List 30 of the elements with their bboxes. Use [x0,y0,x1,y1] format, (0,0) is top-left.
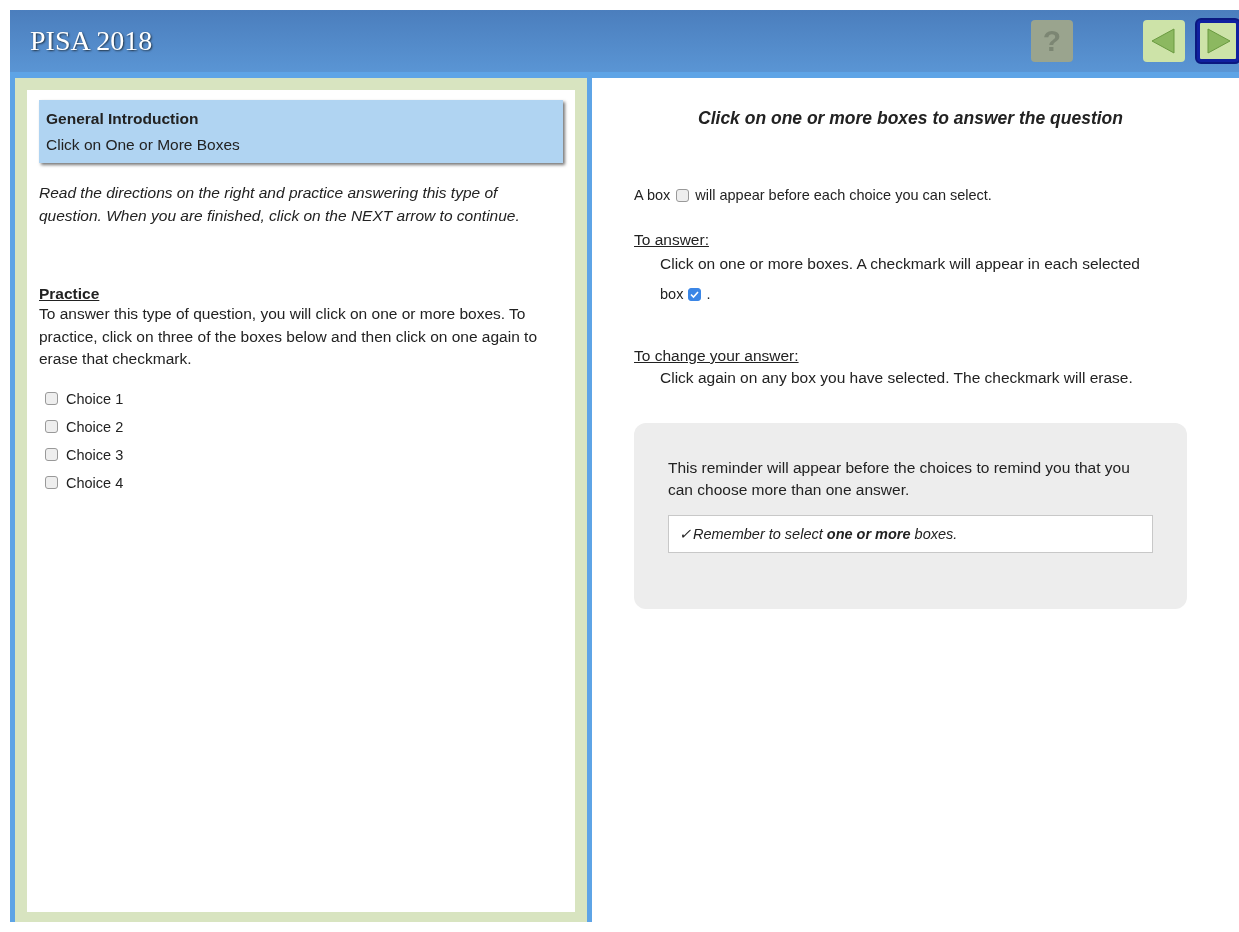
card-title: General Introduction [46,110,200,128]
card-subtitle: Click on One or More Boxes [46,136,241,154]
instruction-text: will appear before each choice you can select. [695,187,992,203]
checkbox[interactable] [45,420,58,433]
directions-text: Read the directions on the right and practice answering this type of question. When you are finished, click on the NEXT arrow to continue. [39,183,521,226]
instruction-text: Click again on any box you have selected. The checkmark will erase. [659,369,1134,387]
checkbox[interactable] [45,392,58,405]
app-title: PISA 2018 [30,25,154,57]
checkbox[interactable] [45,476,58,489]
instruction-title: Click on one or more boxes to answer the question [697,108,1124,129]
instruction-text: A box [634,187,671,203]
section-heading: To answer: [634,231,709,249]
check-mark: ✓ [679,526,691,542]
choice-label[interactable]: Choice 1 [66,390,124,407]
reminder-text: This reminder will appear before the choices to remind you that you can choose more than one answer. [668,458,1131,500]
reminder-note: Remember to select one or more boxes. [693,526,958,542]
choice-label[interactable]: Choice 3 [66,446,124,463]
checkbox[interactable] [688,287,702,301]
checkbox[interactable] [676,188,690,202]
instruction-text: box [660,285,684,304]
section-heading: To change your answer: [634,347,799,365]
next-button[interactable] [1197,20,1239,62]
instruction-text: Click on one or more boxes. A checkmark will appear in each selected [659,254,1141,274]
choice-label[interactable]: Choice 4 [66,474,124,491]
practice-text: To answer this type of question, you will click on one or more boxes. To practice, click on three of the boxes below and then click on one again to erase that checkmark. [39,304,539,369]
back-button[interactable] [1143,20,1185,62]
instruction-text: . [706,285,711,304]
choice-label[interactable]: Choice 2 [66,418,124,435]
practice-heading: Practice [39,285,100,303]
checkbox[interactable] [45,448,58,461]
